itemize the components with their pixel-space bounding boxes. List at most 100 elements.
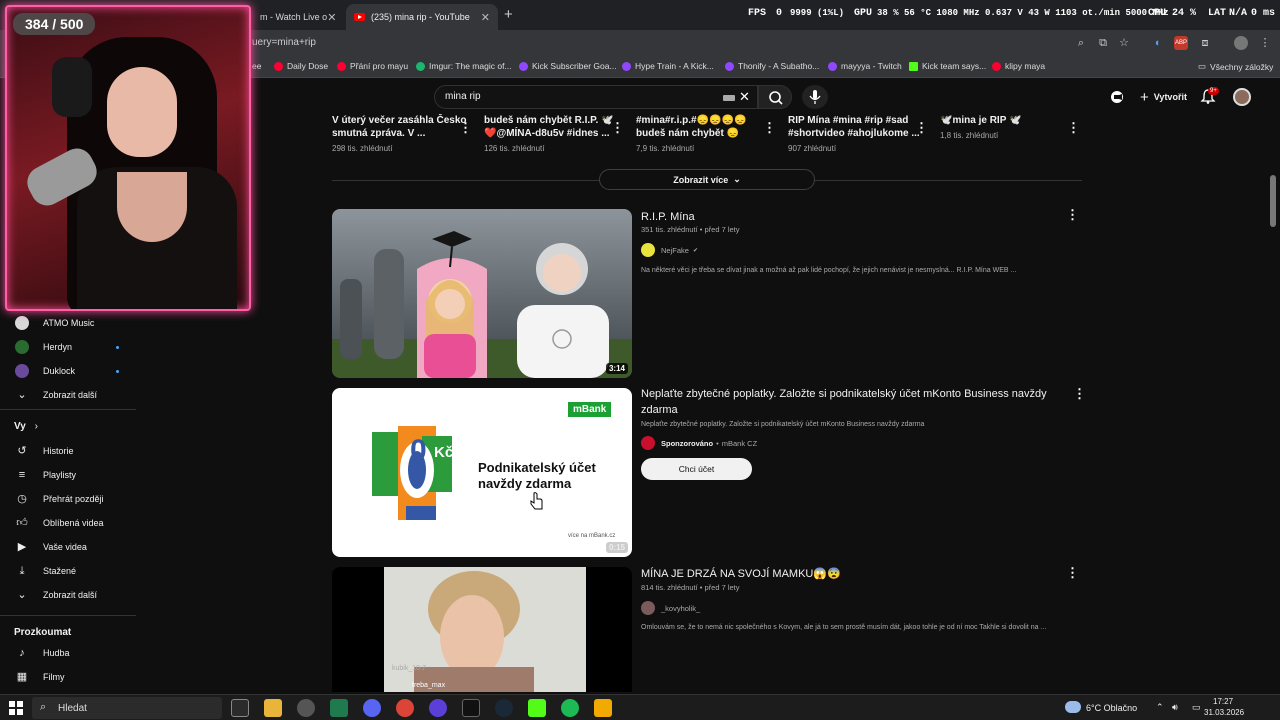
network-icon[interactable]: ▭ — [1192, 702, 1201, 713]
channel-link[interactable]: NejFake ✔ — [641, 243, 698, 257]
discord-icon[interactable] — [363, 699, 381, 717]
install-icon[interactable]: ⧉ — [1096, 36, 1110, 50]
you-section-heading[interactable]: Vy › — [14, 421, 38, 432]
bookmark-item[interactable]: Hype Train - A Kick... — [622, 61, 714, 71]
app-icon[interactable] — [594, 699, 612, 717]
close-tab-icon[interactable]: ✕ — [481, 11, 490, 24]
video-title[interactable]: MÍNA JE DRZÁ NA SVOJÍ MAMKU😱😨 — [641, 566, 1061, 582]
sidebar-item-watch-later[interactable]: ◷ Přehrát později — [0, 488, 136, 510]
profile-icon[interactable] — [1234, 36, 1248, 50]
keyboard-icon[interactable] — [723, 95, 735, 101]
short-card[interactable]: 🕊️mina je RIP 🕊️ 1,8 tis. zhlédnutí — [940, 114, 1080, 140]
ad-cta-button[interactable]: Chci účet — [641, 458, 752, 480]
spotify-icon[interactable] — [561, 699, 579, 717]
short-title[interactable]: RIP Mína #mina #rip #sad #shortvideo #ah… — [788, 114, 928, 140]
sidebar-item-downloads[interactable]: ⤓ Stažené — [0, 560, 136, 582]
bookmark-item[interactable]: Thonify - A Subatho... — [725, 61, 819, 71]
sidebar-item-herdyn[interactable]: Herdyn — [0, 336, 136, 358]
channel-avatar[interactable] — [641, 601, 655, 615]
bookmark-item[interactable]: Imgur: The magic of... — [416, 61, 512, 71]
sidebar-item-duklock[interactable]: Duklock — [0, 360, 136, 382]
bookmark-item[interactable]: ee — [252, 61, 261, 71]
clock-date[interactable]: 31.03.2026 — [1204, 708, 1244, 717]
extension-audio-icon[interactable]: ◖ — [1150, 36, 1164, 50]
bookmark-item[interactable]: Daily Dose — [274, 61, 328, 71]
short-menu-icon[interactable]: ⋮ — [1067, 120, 1080, 136]
menu-kebab-icon[interactable]: ⋮ — [1258, 36, 1272, 50]
sidebar-item-music[interactable]: ♪ Hudba — [0, 642, 136, 664]
bookmark-star-icon[interactable]: ☆ — [1117, 36, 1131, 50]
speaker-icon[interactable]: 🔊︎ — [1172, 702, 1178, 713]
sidebar-show-more[interactable]: ⌄ Zobrazit další — [0, 584, 136, 606]
ad-thumbnail[interactable]: mBank 0 Kč Podnikatelský účet navždy zda… — [332, 388, 632, 557]
taskbar-search[interactable]: ⌕ Hledat — [32, 697, 222, 719]
show-more-button[interactable]: Zobrazit více ⌄ — [599, 169, 815, 190]
kick-icon[interactable] — [528, 699, 546, 717]
zoom-icon[interactable]: ⌕ — [1074, 36, 1088, 50]
sidebar-item-atmo-music[interactable]: ATMO Music — [0, 312, 136, 334]
account-avatar[interactable] — [1233, 88, 1251, 106]
page-scrollbar[interactable] — [1270, 175, 1276, 227]
short-menu-icon[interactable]: ⋮ — [459, 120, 472, 136]
sidebar-item-your-videos[interactable]: ▶ Vaše videa — [0, 536, 136, 558]
channel-avatar[interactable] — [641, 436, 655, 450]
sidebar-show-more[interactable]: ⌄ Zobrazit další — [0, 384, 136, 406]
short-title[interactable]: budeš nám chybět R.I.P. 🕊️ ❤️@MÍNA-d8u5v… — [484, 114, 624, 140]
search-button[interactable] — [758, 85, 792, 109]
bookmark-item[interactable]: mayyya - Twitch — [828, 61, 902, 71]
create-button[interactable]: + Vytvořit — [1130, 86, 1197, 108]
sidebar-item-movies[interactable]: ▦ Filmy — [0, 666, 136, 688]
video-thumbnail[interactable]: 3:14 — [332, 209, 632, 378]
short-menu-icon[interactable]: ⋮ — [915, 120, 928, 136]
clear-search-icon[interactable]: ✕ — [739, 89, 750, 105]
video-menu-icon[interactable]: ⋮ — [1066, 207, 1079, 223]
url-field[interactable]: uery=mina+rip — [252, 37, 316, 48]
tray-chevron-icon[interactable]: ⌃ — [1156, 702, 1164, 713]
obs-icon[interactable] — [297, 699, 315, 717]
search-input[interactable]: mina rip ✕ — [434, 85, 758, 109]
bookmark-item[interactable]: Kick Subscriber Goa... — [519, 61, 617, 71]
clock-time[interactable]: 17:27 — [1213, 697, 1233, 706]
chrome-icon[interactable] — [396, 699, 414, 717]
short-title[interactable]: V úterý večer zasáhla Česko smutná zpráv… — [332, 114, 472, 140]
channel-link[interactable]: _kovyholik_ — [641, 601, 700, 615]
short-card[interactable]: budeš nám chybět R.I.P. 🕊️ ❤️@MÍNA-d8u5v… — [484, 114, 624, 153]
video-menu-icon[interactable]: ⋮ — [1073, 386, 1086, 402]
tiktok-icon[interactable] — [462, 699, 480, 717]
bookmark-item[interactable]: klipy maya — [992, 61, 1045, 71]
excel-icon[interactable] — [330, 699, 348, 717]
file-explorer-icon[interactable] — [264, 699, 282, 717]
sidebar-item-liked-videos[interactable]: 👍︎ Oblíbená videa — [0, 512, 136, 534]
windows-start-icon[interactable] — [9, 701, 23, 715]
video-title[interactable]: R.I.P. Mína — [641, 209, 1061, 225]
video-title[interactable]: Neplaťte zbytečné poplatky. Založte si p… — [641, 386, 1061, 418]
tab-youtube-mina-rip[interactable]: (235) mina rip - YouTube ✕ — [346, 4, 498, 30]
short-title[interactable]: #mina#r.i.p.#😞😞😞😞 budeš nám chybět 😞 — [636, 114, 776, 140]
weather-text[interactable]: 6°C Oblačno — [1086, 703, 1137, 713]
voice-search-button[interactable] — [802, 85, 828, 109]
close-tab-icon[interactable]: ✕ — [327, 11, 336, 24]
sidebar-item-playlists[interactable]: ≡ Playlisty — [0, 464, 136, 486]
bookmark-item[interactable]: Přání pro mayu — [337, 61, 408, 71]
channel-avatar[interactable] — [641, 243, 655, 257]
bookmark-item[interactable]: Kick team says... — [909, 61, 986, 71]
create-video-icon[interactable] — [1109, 89, 1125, 105]
firefox-icon[interactable] — [429, 699, 447, 717]
video-menu-icon[interactable]: ⋮ — [1066, 565, 1079, 581]
adblock-icon[interactable]: ABP — [1174, 36, 1188, 50]
tab-watch-live[interactable]: m - Watch Live o ✕ — [252, 4, 342, 30]
extensions-icon[interactable]: ⧈ — [1198, 36, 1212, 50]
short-card[interactable]: RIP Mína #mina #rip #sad #shortvideo #ah… — [788, 114, 928, 153]
video-thumbnail[interactable]: kubik_10.7 treba_max — [332, 567, 632, 692]
short-menu-icon[interactable]: ⋮ — [763, 120, 776, 136]
new-tab-button[interactable]: + — [504, 6, 513, 23]
sponsor-info[interactable]: Sponzorováno • mBank CZ — [641, 436, 757, 450]
bookmark-label: Kick Subscriber Goa... — [532, 61, 617, 71]
short-menu-icon[interactable]: ⋮ — [611, 120, 624, 136]
all-bookmarks-button[interactable]: ▭ Všechny záložky — [1198, 61, 1273, 72]
short-card[interactable]: #mina#r.i.p.#😞😞😞😞 budeš nám chybět 😞 7,9… — [636, 114, 776, 153]
steam-icon[interactable] — [495, 699, 513, 717]
task-view-icon[interactable] — [231, 699, 249, 717]
sidebar-item-history[interactable]: ↺ Historie — [0, 440, 136, 462]
short-card[interactable]: V úterý večer zasáhla Česko smutná zpráv… — [332, 114, 472, 153]
